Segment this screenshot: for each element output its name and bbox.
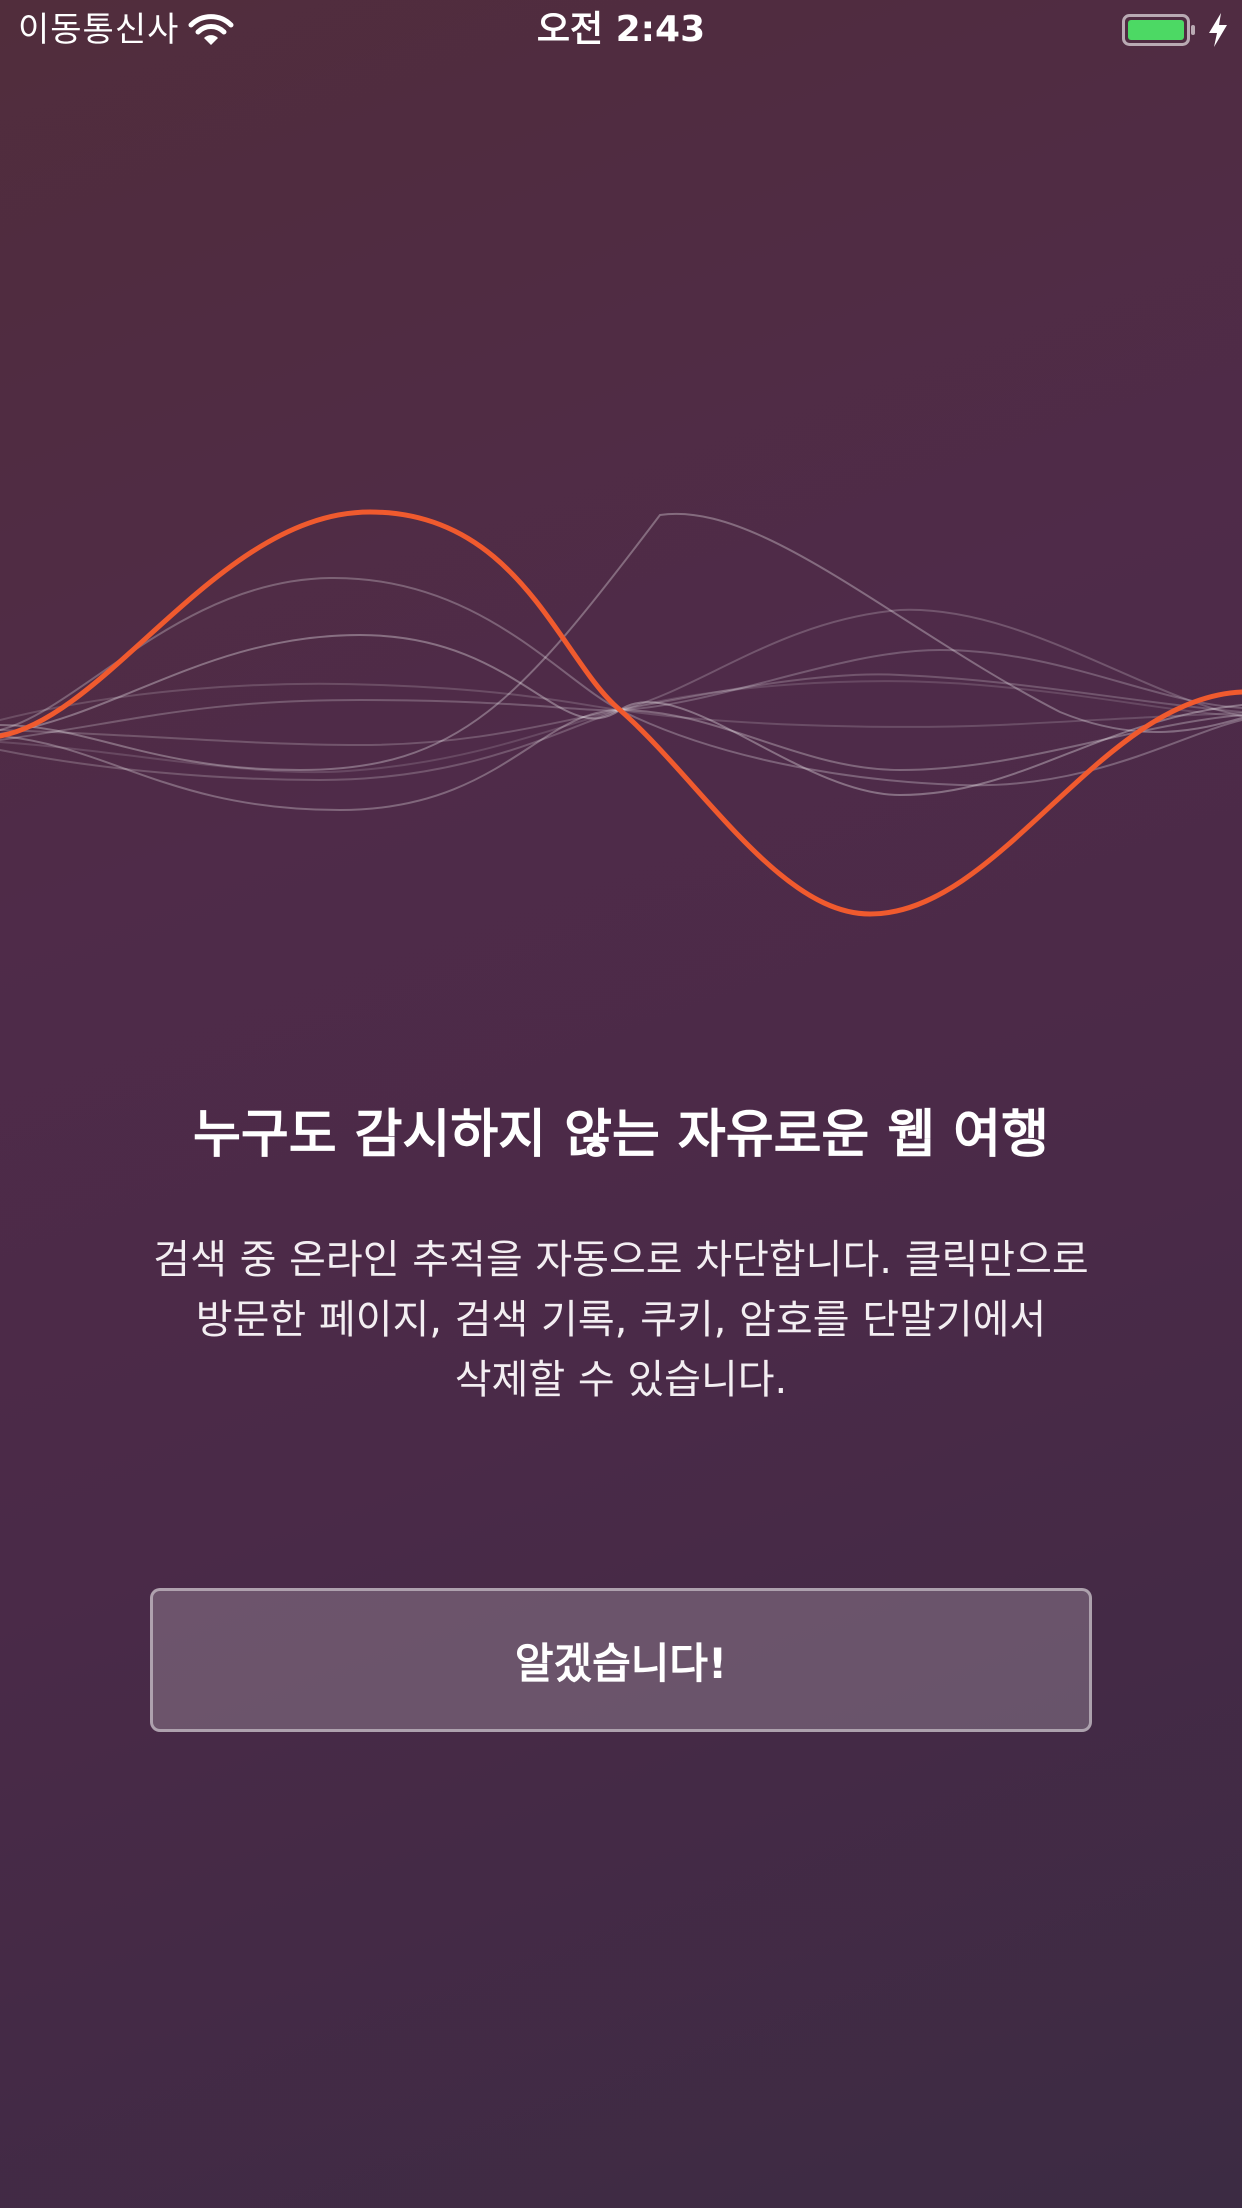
got-it-button-label: 알겠습니다!	[514, 1638, 728, 1688]
got-it-button[interactable]: 알겠습니다!	[150, 1588, 1092, 1732]
wave-line	[0, 608, 1242, 782]
onboarding-headline: 누구도 감시하지 않는 자유로운 웹 여행	[193, 1105, 1049, 1165]
charging-bolt-icon	[1209, 13, 1227, 47]
wave-line	[0, 512, 1242, 772]
wave-line	[0, 633, 1242, 797]
description-line: 삭제할 수 있습니다.	[454, 1357, 788, 1403]
wave-line	[0, 648, 1242, 741]
battery-full-icon	[1122, 14, 1195, 46]
description-line: 검색 중 온라인 추적을 자동으로 차단합니다. 클릭만으로	[153, 1237, 1089, 1283]
sound-wave-graphic	[0, 509, 1242, 917]
status-bar: 이동통신사 오전 2:43	[0, 0, 1242, 64]
wave-line-accent	[0, 509, 1242, 917]
clock-time: 오전 2:43	[536, 9, 706, 50]
description-line: 방문한 페이지, 검색 기록, 쿠키, 암호를 단말기에서	[195, 1297, 1047, 1343]
onboarding-description: 검색 중 온라인 추적을 자동으로 차단합니다. 클릭만으로 방문한 페이지, …	[140, 1230, 1102, 1410]
wave-line	[0, 576, 1242, 787]
